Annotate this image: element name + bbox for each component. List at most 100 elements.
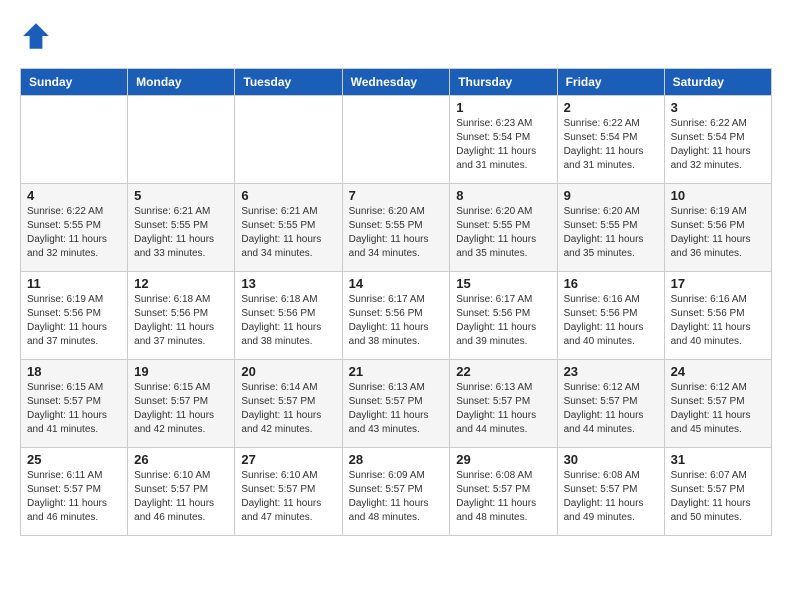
day-number: 3 bbox=[671, 100, 765, 115]
day-info: Sunrise: 6:11 AMSunset: 5:57 PMDaylight:… bbox=[27, 469, 121, 525]
day-number: 13 bbox=[241, 276, 335, 291]
calendar-cell: 8 Sunrise: 6:20 AMSunset: 5:55 PMDaylight… bbox=[450, 184, 557, 272]
day-info: Sunrise: 6:10 AMSunset: 5:57 PMDaylight:… bbox=[134, 469, 228, 525]
day-info: Sunrise: 6:21 AMSunset: 5:55 PMDaylight:… bbox=[241, 205, 335, 261]
calendar-cell: 18 Sunrise: 6:15 AMSunset: 5:57 PMDayligh… bbox=[21, 360, 128, 448]
day-number: 25 bbox=[27, 452, 121, 467]
day-number: 19 bbox=[134, 364, 228, 379]
weekday-header: Sunday bbox=[21, 69, 128, 96]
calendar-cell: 22 Sunrise: 6:13 AMSunset: 5:57 PMDayligh… bbox=[450, 360, 557, 448]
day-info: Sunrise: 6:08 AMSunset: 5:57 PMDaylight:… bbox=[564, 469, 658, 525]
day-number: 23 bbox=[564, 364, 658, 379]
calendar-cell: 13 Sunrise: 6:18 AMSunset: 5:56 PMDayligh… bbox=[235, 272, 342, 360]
day-info: Sunrise: 6:13 AMSunset: 5:57 PMDaylight:… bbox=[349, 381, 444, 437]
day-number: 21 bbox=[349, 364, 444, 379]
weekday-header: Thursday bbox=[450, 69, 557, 96]
calendar-cell: 10 Sunrise: 6:19 AMSunset: 5:56 PMDayligh… bbox=[664, 184, 771, 272]
day-info: Sunrise: 6:09 AMSunset: 5:57 PMDaylight:… bbox=[349, 469, 444, 525]
page-header bbox=[20, 20, 772, 52]
day-info: Sunrise: 6:16 AMSunset: 5:56 PMDaylight:… bbox=[671, 293, 765, 349]
day-number: 12 bbox=[134, 276, 228, 291]
day-info: Sunrise: 6:10 AMSunset: 5:57 PMDaylight:… bbox=[241, 469, 335, 525]
day-info: Sunrise: 6:22 AMSunset: 5:54 PMDaylight:… bbox=[564, 117, 658, 173]
calendar-cell bbox=[235, 96, 342, 184]
day-number: 14 bbox=[349, 276, 444, 291]
day-info: Sunrise: 6:12 AMSunset: 5:57 PMDaylight:… bbox=[564, 381, 658, 437]
day-number: 17 bbox=[671, 276, 765, 291]
calendar-cell bbox=[128, 96, 235, 184]
calendar-cell: 9 Sunrise: 6:20 AMSunset: 5:55 PMDaylight… bbox=[557, 184, 664, 272]
day-number: 31 bbox=[671, 452, 765, 467]
calendar-cell: 30Sunrise: 6:08 AMSunset: 5:57 PMDayligh… bbox=[557, 448, 664, 536]
calendar-cell: 28 Sunrise: 6:09 AMSunset: 5:57 PMDayligh… bbox=[342, 448, 450, 536]
day-info: Sunrise: 6:15 AMSunset: 5:57 PMDaylight:… bbox=[27, 381, 121, 437]
calendar-cell: 31 Sunrise: 6:07 AMSunset: 5:57 PMDayligh… bbox=[664, 448, 771, 536]
calendar-cell: 21 Sunrise: 6:13 AMSunset: 5:57 PMDayligh… bbox=[342, 360, 450, 448]
day-info: Sunrise: 6:22 AMSunset: 5:54 PMDaylight:… bbox=[671, 117, 765, 173]
calendar-cell: 2Sunrise: 6:22 AMSunset: 5:54 PMDaylight… bbox=[557, 96, 664, 184]
day-number: 22 bbox=[456, 364, 550, 379]
day-info: Sunrise: 6:14 AMSunset: 5:57 PMDaylight:… bbox=[241, 381, 335, 437]
day-info: Sunrise: 6:19 AMSunset: 5:56 PMDaylight:… bbox=[671, 205, 765, 261]
calendar-cell: 6 Sunrise: 6:21 AMSunset: 5:55 PMDaylight… bbox=[235, 184, 342, 272]
weekday-header: Friday bbox=[557, 69, 664, 96]
weekday-header: Tuesday bbox=[235, 69, 342, 96]
calendar-cell: 5 Sunrise: 6:21 AMSunset: 5:55 PMDaylight… bbox=[128, 184, 235, 272]
day-number: 10 bbox=[671, 188, 765, 203]
day-number: 20 bbox=[241, 364, 335, 379]
day-info: Sunrise: 6:21 AMSunset: 5:55 PMDaylight:… bbox=[134, 205, 228, 261]
day-number: 4 bbox=[27, 188, 121, 203]
day-info: Sunrise: 6:12 AMSunset: 5:57 PMDaylight:… bbox=[671, 381, 765, 437]
calendar-cell: 15Sunrise: 6:17 AMSunset: 5:56 PMDayligh… bbox=[450, 272, 557, 360]
calendar-cell: 20 Sunrise: 6:14 AMSunset: 5:57 PMDayligh… bbox=[235, 360, 342, 448]
day-number: 27 bbox=[241, 452, 335, 467]
day-info: Sunrise: 6:08 AMSunset: 5:57 PMDaylight:… bbox=[456, 469, 550, 525]
day-info: Sunrise: 6:20 AMSunset: 5:55 PMDaylight:… bbox=[349, 205, 444, 261]
weekday-header: Wednesday bbox=[342, 69, 450, 96]
calendar-cell: 26 Sunrise: 6:10 AMSunset: 5:57 PMDayligh… bbox=[128, 448, 235, 536]
day-info: Sunrise: 6:15 AMSunset: 5:57 PMDaylight:… bbox=[134, 381, 228, 437]
weekday-header: Monday bbox=[128, 69, 235, 96]
logo bbox=[20, 20, 56, 52]
day-number: 1 bbox=[456, 100, 550, 115]
day-number: 7 bbox=[349, 188, 444, 203]
day-number: 16 bbox=[564, 276, 658, 291]
day-info: Sunrise: 6:19 AMSunset: 5:56 PMDaylight:… bbox=[27, 293, 121, 349]
calendar-cell: 19 Sunrise: 6:15 AMSunset: 5:57 PMDayligh… bbox=[128, 360, 235, 448]
calendar-cell bbox=[21, 96, 128, 184]
calendar-cell: 12 Sunrise: 6:18 AMSunset: 5:56 PMDayligh… bbox=[128, 272, 235, 360]
logo-icon bbox=[20, 20, 52, 52]
day-info: Sunrise: 6:16 AMSunset: 5:56 PMDaylight:… bbox=[564, 293, 658, 349]
calendar-cell: 7 Sunrise: 6:20 AMSunset: 5:55 PMDaylight… bbox=[342, 184, 450, 272]
calendar-cell: 29 Sunrise: 6:08 AMSunset: 5:57 PMDayligh… bbox=[450, 448, 557, 536]
day-number: 26 bbox=[134, 452, 228, 467]
calendar-cell: 16 Sunrise: 6:16 AMSunset: 5:56 PMDayligh… bbox=[557, 272, 664, 360]
calendar-cell: 11 Sunrise: 6:19 AMSunset: 5:56 PMDayligh… bbox=[21, 272, 128, 360]
day-number: 6 bbox=[241, 188, 335, 203]
calendar-cell: 3 Sunrise: 6:22 AMSunset: 5:54 PMDaylight… bbox=[664, 96, 771, 184]
day-number: 11 bbox=[27, 276, 121, 291]
day-info: Sunrise: 6:18 AMSunset: 5:56 PMDaylight:… bbox=[134, 293, 228, 349]
calendar-table: SundayMondayTuesdayWednesdayThursdayFrid… bbox=[20, 68, 772, 536]
day-info: Sunrise: 6:13 AMSunset: 5:57 PMDaylight:… bbox=[456, 381, 550, 437]
calendar-cell: 27 Sunrise: 6:10 AMSunset: 5:57 PMDayligh… bbox=[235, 448, 342, 536]
day-info: Sunrise: 6:17 AMSunset: 5:56 PMDaylight:… bbox=[349, 293, 444, 349]
weekday-header: Saturday bbox=[664, 69, 771, 96]
day-info: Sunrise: 6:20 AMSunset: 5:55 PMDaylight:… bbox=[564, 205, 658, 261]
day-info: Sunrise: 6:18 AMSunset: 5:56 PMDaylight:… bbox=[241, 293, 335, 349]
calendar-cell: 24 Sunrise: 6:12 AMSunset: 5:57 PMDayligh… bbox=[664, 360, 771, 448]
day-info: Sunrise: 6:07 AMSunset: 5:57 PMDaylight:… bbox=[671, 469, 765, 525]
day-info: Sunrise: 6:23 AMSunset: 5:54 PMDaylight:… bbox=[456, 117, 550, 173]
day-number: 8 bbox=[456, 188, 550, 203]
day-info: Sunrise: 6:20 AMSunset: 5:55 PMDaylight:… bbox=[456, 205, 550, 261]
day-info: Sunrise: 6:22 AMSunset: 5:55 PMDaylight:… bbox=[27, 205, 121, 261]
day-number: 24 bbox=[671, 364, 765, 379]
day-number: 5 bbox=[134, 188, 228, 203]
day-number: 9 bbox=[564, 188, 658, 203]
day-number: 18 bbox=[27, 364, 121, 379]
day-number: 28 bbox=[349, 452, 444, 467]
day-number: 29 bbox=[456, 452, 550, 467]
day-number: 15 bbox=[456, 276, 550, 291]
calendar-cell bbox=[342, 96, 450, 184]
calendar-cell: 4 Sunrise: 6:22 AMSunset: 5:55 PMDaylight… bbox=[21, 184, 128, 272]
